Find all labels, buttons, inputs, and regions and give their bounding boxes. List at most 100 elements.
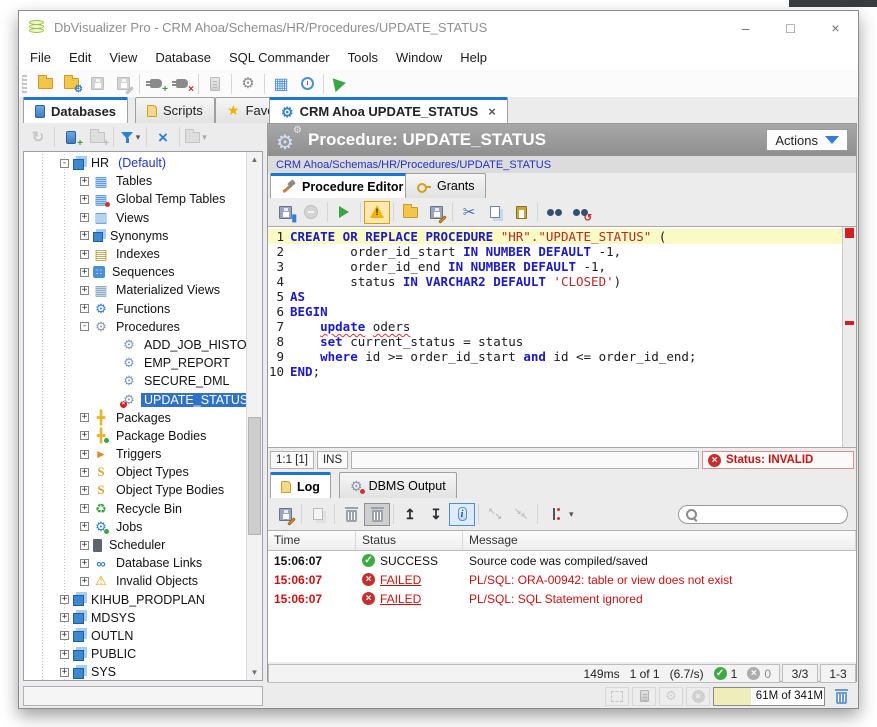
expand-toggle-icon[interactable]: + [80, 177, 89, 186]
scroll-bottom-button[interactable]: ↧ [423, 503, 449, 526]
tree-item-emp-report[interactable]: EMP_REPORT [24, 354, 246, 372]
tree-item-mdsys[interactable]: +MDSYS [24, 609, 246, 627]
tab-log[interactable]: Log [270, 472, 331, 498]
tree-item-materialized-views[interactable]: +Materialized Views [24, 281, 246, 299]
tree-item-sys[interactable]: +SYS [24, 663, 246, 681]
split-view-button[interactable] [541, 503, 567, 526]
menu-sql-commander[interactable]: SQL Commander [220, 47, 339, 68]
menu-view[interactable]: View [100, 47, 146, 68]
open-button[interactable] [397, 201, 423, 224]
cut-button[interactable]: ✂ [456, 201, 482, 224]
tab-dbms-output[interactable]: ⚙ DBMS Output [339, 472, 457, 498]
collapse-all-button[interactable]: × [150, 126, 176, 149]
expand-toggle-icon[interactable]: + [80, 504, 89, 513]
log-search-box[interactable] [678, 505, 848, 524]
maximize-button[interactable]: □ [768, 11, 813, 44]
expand-toggle-icon[interactable]: + [80, 522, 89, 531]
tree-item-synonyms[interactable]: +Synonyms [24, 227, 246, 245]
expand-toggle-icon[interactable]: + [80, 231, 89, 240]
code-line-2[interactable]: 2 order_id_start IN NUMBER DEFAULT -1, [268, 244, 842, 259]
tree-item-functions[interactable]: +Functions [24, 300, 246, 318]
disconnect-button[interactable]: × [169, 72, 195, 95]
expand-toggle-icon[interactable]: + [80, 268, 89, 277]
tree-scrollbar[interactable]: ▲ ▼ [246, 152, 262, 680]
tree-item-packages[interactable]: +Packages [24, 409, 246, 427]
tree-item-scheduler[interactable]: +Scheduler [24, 536, 246, 554]
tree-item-jobs[interactable]: +Jobs [24, 518, 246, 536]
folder-settings-button[interactable]: ⚙ [58, 72, 84, 95]
expand-toggle-icon[interactable]: + [80, 559, 89, 568]
expand-toggle-icon[interactable]: + [60, 631, 69, 640]
save-button[interactable] [84, 72, 110, 95]
menu-help[interactable]: Help [451, 47, 496, 68]
expand-toggle-icon[interactable]: + [80, 213, 89, 222]
copy-log-button[interactable] [305, 503, 331, 526]
scheduler-clock-button[interactable] [294, 72, 320, 95]
expand-toggle-icon[interactable]: + [60, 650, 69, 659]
info-toggle[interactable]: i [449, 503, 475, 526]
tree-item-triggers[interactable]: +Triggers [24, 445, 246, 463]
save-edit-button[interactable] [423, 201, 449, 224]
tree-item-indexes[interactable]: +Indexes [24, 245, 246, 263]
tree-item-outln[interactable]: +OUTLN [24, 627, 246, 645]
tree-item-secure-dml[interactable]: SECURE_DML [24, 372, 246, 390]
tree-item-hr[interactable]: -HR(Default) [24, 154, 246, 172]
find-object-button[interactable]: ▾ [183, 126, 209, 149]
expand-toggle-icon[interactable]: + [60, 613, 69, 622]
tools-button[interactable]: ⚙ [235, 72, 261, 95]
expand-all-button[interactable]: ↖↘ [482, 503, 508, 526]
minimize-button[interactable]: – [723, 11, 768, 44]
close-tab-icon[interactable]: × [488, 104, 496, 119]
tab-databases[interactable]: Databases [23, 97, 128, 123]
code-line-1[interactable]: 1CREATE OR REPLACE PROCEDURE "HR"."UPDAT… [268, 229, 842, 244]
database-server-button[interactable] [202, 72, 228, 95]
tree-item-public[interactable]: +PUBLIC [24, 645, 246, 663]
toolbar-grip[interactable] [22, 75, 27, 93]
tree-item-recycle-bin[interactable]: +Recycle Bin [24, 500, 246, 518]
scrollbar-thumb[interactable] [248, 417, 261, 535]
tree-item-sequences[interactable]: +Sequences [24, 263, 246, 281]
tree-item-add-job-history[interactable]: ADD_JOB_HISTORY [24, 336, 246, 354]
expand-toggle-icon[interactable]: + [80, 431, 89, 440]
paste-button[interactable] [508, 201, 534, 224]
collapse-all-rows-button[interactable]: ↘↖ [508, 503, 534, 526]
menu-database[interactable]: Database [146, 47, 220, 68]
sql-code-editor[interactable]: 1CREATE OR REPLACE PROCEDURE "HR"."UPDAT… [268, 226, 856, 448]
tree-item-database-links[interactable]: +Database Links [24, 554, 246, 572]
stop-tasks-button[interactable]: × [686, 687, 710, 706]
code-area[interactable]: 1CREATE OR REPLACE PROCEDURE "HR"."UPDAT… [268, 229, 842, 447]
error-stripe[interactable] [842, 227, 856, 447]
close-button[interactable]: × [813, 11, 858, 44]
expand-toggle-icon[interactable]: + [80, 486, 89, 495]
memory-indicator[interactable]: 61M of 341M [713, 687, 825, 706]
tree-item-tables[interactable]: +Tables [24, 172, 246, 190]
column-header-status[interactable]: Status [356, 531, 463, 550]
breadcrumb[interactable]: CRM Ahoa/Schemas/HR/Procedures/UPDATE_ST… [268, 156, 856, 173]
tab-scripts[interactable]: Scripts [135, 97, 215, 123]
error-marker[interactable] [845, 228, 854, 238]
save-as-button[interactable] [110, 72, 136, 95]
execute-button[interactable] [331, 201, 357, 224]
scroll-up-arrow-icon[interactable]: ▲ [247, 152, 262, 167]
menu-edit[interactable]: Edit [60, 47, 100, 68]
expand-toggle-icon[interactable]: + [80, 413, 89, 422]
expand-toggle-icon[interactable]: + [80, 286, 89, 295]
find-replace-button[interactable]: ↺ [567, 201, 593, 224]
garbage-collect-button[interactable] [828, 685, 854, 708]
expand-toggle-icon[interactable]: + [60, 668, 69, 677]
copy-button[interactable] [482, 201, 508, 224]
column-header-message[interactable]: Message [463, 531, 856, 550]
expand-toggle-icon[interactable]: + [80, 468, 89, 477]
log-row[interactable]: 15:06:07×FAILEDPL/SQL: SQL Statement ign… [268, 589, 856, 608]
clear-on-execute-toggle[interactable] [364, 503, 390, 526]
background-tasks-button[interactable]: ⚙ [659, 687, 683, 706]
tree-item-update-status[interactable]: UPDATE_STATUS [24, 390, 246, 408]
open-folder-button[interactable] [32, 72, 58, 95]
save-procedure-button[interactable]: ▮ [272, 201, 298, 224]
code-line-8[interactable]: 8 set current_status = status [268, 334, 842, 349]
search-input[interactable] [699, 508, 841, 520]
tab-procedure-editor[interactable]: Procedure Editor [270, 173, 414, 198]
chevron-down-icon[interactable]: ▾ [569, 509, 574, 520]
scroll-down-arrow-icon[interactable]: ▼ [247, 665, 262, 680]
tree-item-object-types[interactable]: +Object Types [24, 463, 246, 481]
